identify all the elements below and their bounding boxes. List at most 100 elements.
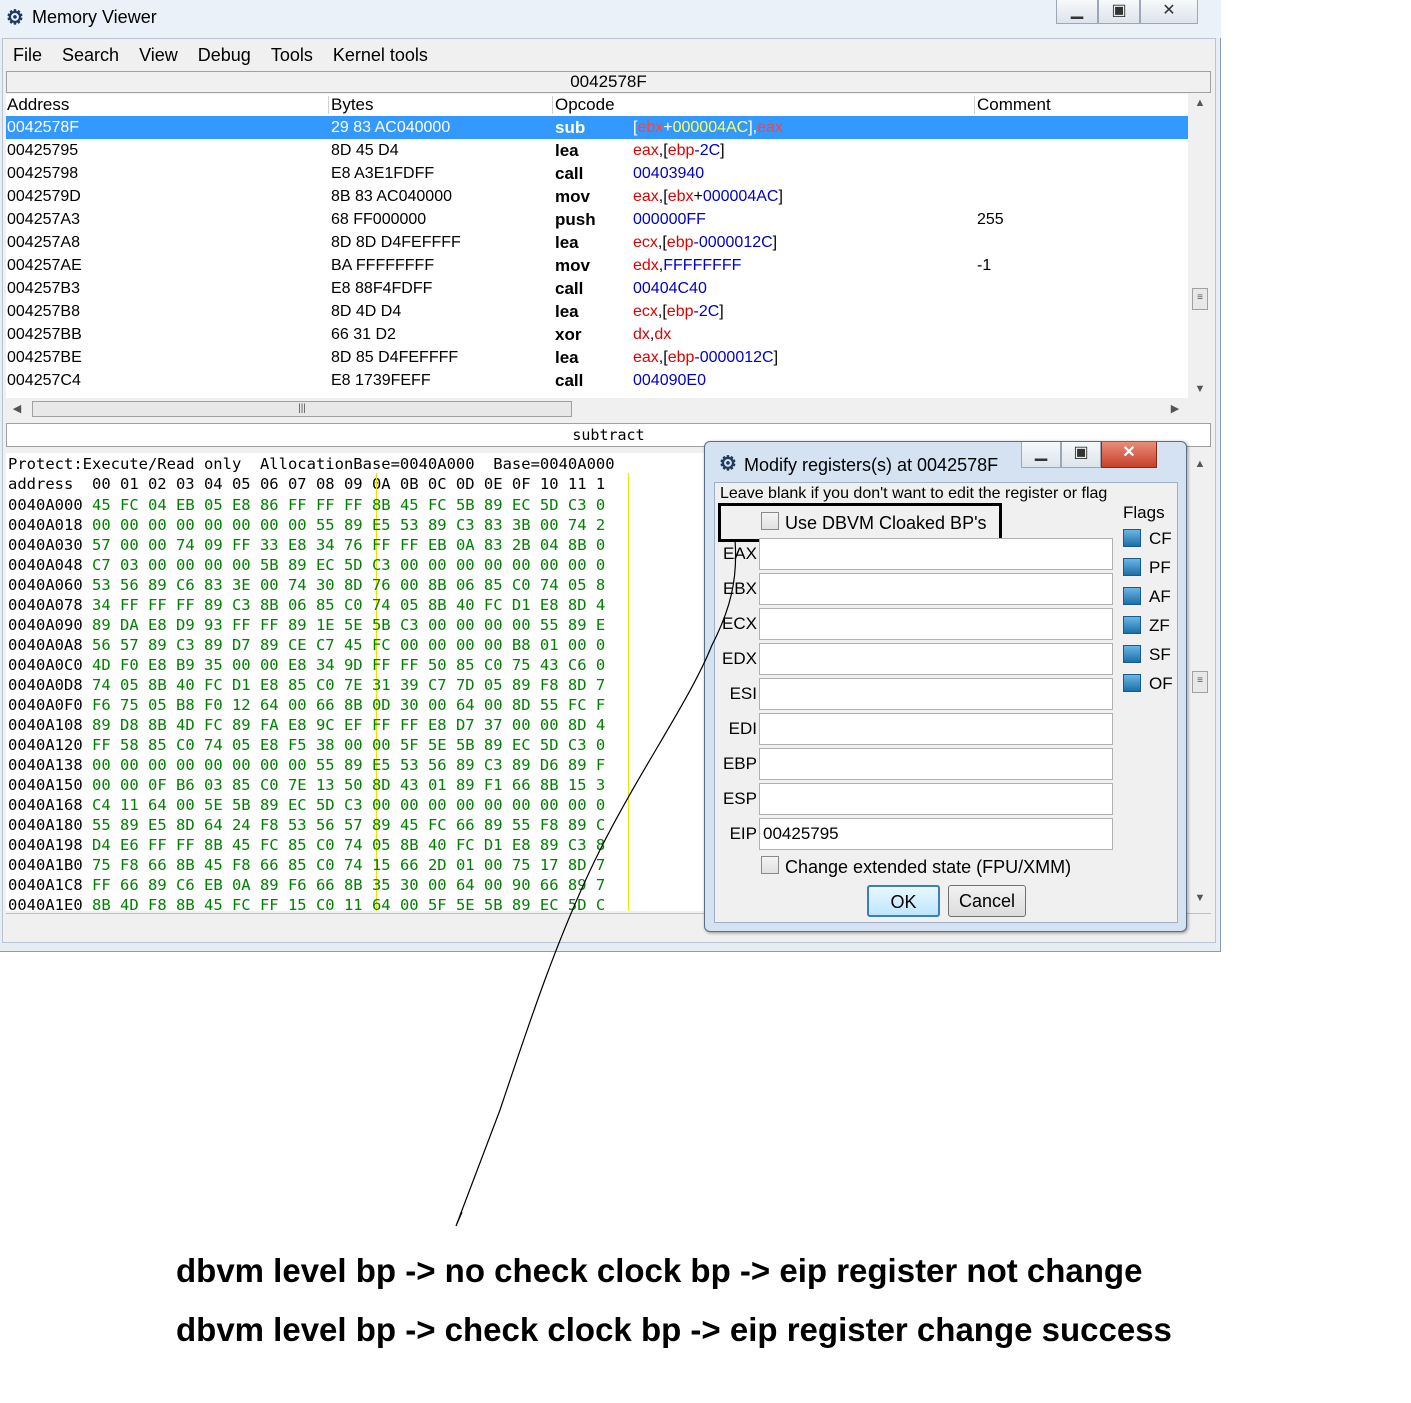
flag-of-checkbox[interactable] (1123, 674, 1141, 692)
dialog-maximize-button[interactable]: ▣ (1061, 442, 1101, 468)
disasm-row[interactable]: 004257C4 E8 1739FEFF call 004090E0 (6, 369, 1188, 392)
minimize-button[interactable]: ▁ (1056, 0, 1098, 24)
hex-row[interactable]: 0040A048 C7 03 00 00 00 00 5B 89 EC 5D C… (8, 555, 605, 575)
flag-of-label[interactable]: OF (1149, 674, 1173, 694)
hex-row[interactable]: 0040A0F0 F6 75 05 B8 F0 12 64 00 66 8B 0… (8, 695, 605, 715)
eip-field[interactable] (759, 818, 1113, 850)
flag-af-checkbox[interactable] (1123, 587, 1141, 605)
current-address-bar[interactable]: 0042578F (6, 71, 1211, 93)
column-divider[interactable] (552, 96, 553, 114)
scroll-thumb[interactable]: ≡ (1192, 671, 1208, 693)
hex-row[interactable]: 0040A0D8 74 05 8B 40 FC D1 E8 85 C0 7E 3… (8, 675, 605, 695)
hex-row[interactable]: 0040A120 FF 58 85 C0 74 05 E8 F5 38 00 0… (8, 735, 605, 755)
hex-row[interactable]: 0040A180 55 89 E5 8D 64 24 F8 53 56 57 8… (8, 815, 605, 835)
esi-field[interactable] (759, 678, 1113, 710)
ebx-field[interactable] (759, 573, 1113, 605)
column-divider[interactable] (974, 96, 975, 114)
column-header-bytes[interactable]: Bytes (331, 94, 374, 116)
hex-row[interactable]: 0040A150 00 00 0F B6 03 85 C0 7E 13 50 8… (8, 775, 605, 795)
scroll-down-arrow-icon[interactable]: ▼ (1189, 380, 1211, 398)
hex-row[interactable]: 0040A108 89 D8 8B 4D FC 89 FA E8 9C EF F… (8, 715, 605, 735)
hex-row[interactable]: 0040A1E0 8B 4D F8 8B 45 FC FF 15 C0 11 6… (8, 895, 605, 911)
scroll-right-arrow-icon[interactable]: ▶ (1166, 399, 1184, 419)
hex-row[interactable]: 0040A090 89 DA E8 D9 93 FF FF 89 1E 5E 5… (8, 615, 605, 635)
ok-button[interactable]: OK (867, 885, 940, 917)
hex-row[interactable]: 0040A198 D4 E6 FF FF 8B 45 FC 85 C0 74 0… (8, 835, 605, 855)
disassembler-view[interactable]: Address Bytes Opcode Comment 0042578F 29 … (6, 94, 1188, 398)
operand-token: ,[ (657, 303, 667, 320)
disasm-row[interactable]: 004257A3 68 FF000000 push 000000FF 255 (6, 208, 1188, 231)
hex-row[interactable]: 0040A078 34 FF FF FF 89 C3 8B 06 85 C0 7… (8, 595, 605, 615)
hex-row-address: 0040A000 (8, 496, 83, 514)
disasm-row[interactable]: 004257AE BA FFFFFFFF mov edx,FFFFFFFF -1 (6, 254, 1188, 277)
flag-sf-label[interactable]: SF (1149, 645, 1171, 665)
disasm-row[interactable]: 004257BE 8D 85 D4FEFFFF lea eax,[ebp-000001… (6, 346, 1188, 369)
disasm-row[interactable]: 004257B8 8D 4D D4 lea ecx,[ebp-2C] (6, 300, 1188, 323)
menu-file[interactable]: File (3, 39, 52, 71)
flag-zf-checkbox[interactable] (1123, 616, 1141, 634)
close-button[interactable]: ✕ (1140, 0, 1198, 24)
flag-cf-label[interactable]: CF (1149, 529, 1172, 549)
ecx-field[interactable] (759, 608, 1113, 640)
dbvm-cloaked-bp-checkbox[interactable] (761, 512, 779, 530)
scroll-up-arrow-icon[interactable]: ▲ (1189, 94, 1211, 112)
disassembler-horizontal-scrollbar[interactable]: ◀ ||| ▶ (6, 399, 1188, 419)
operand-token: 00403940 (633, 165, 705, 182)
disasm-row[interactable]: 00425798 E8 A3E1FDFF call 00403940 (6, 162, 1188, 185)
hex-row[interactable]: 0040A060 53 56 89 C6 83 3E 00 74 30 8D 7… (8, 575, 605, 595)
dialog-close-button[interactable]: ✕ (1101, 442, 1157, 468)
disasm-row[interactable]: 004257A8 8D 8D D4FEFFFF lea ecx,[ebp-000001… (6, 231, 1188, 254)
menu-debug[interactable]: Debug (188, 39, 261, 71)
flag-pf-label[interactable]: PF (1149, 558, 1171, 578)
hex-vertical-scrollbar[interactable]: ▲ ≡ ▼ (1189, 453, 1211, 911)
extended-state-label[interactable]: Change extended state (FPU/XMM) (785, 857, 1071, 878)
scroll-up-arrow-icon[interactable]: ▲ (1189, 455, 1211, 473)
hex-row[interactable]: 0040A0C0 4D F0 E8 B9 35 00 00 E8 34 9D F… (8, 655, 605, 675)
scroll-thumb[interactable]: ||| (32, 401, 572, 417)
scroll-down-arrow-icon[interactable]: ▼ (1189, 889, 1211, 907)
column-header-address[interactable]: Address (7, 94, 69, 116)
scroll-left-arrow-icon[interactable]: ◀ (8, 399, 26, 419)
disasm-row[interactable]: 004257BB 66 31 D2 xor dx,dx (6, 323, 1188, 346)
edi-field[interactable] (759, 713, 1113, 745)
disasm-row[interactable]: 004257B3 E8 88F4FDFF call 00404C40 (6, 277, 1188, 300)
column-divider[interactable] (328, 96, 329, 114)
menu-view[interactable]: View (129, 39, 188, 71)
dialog-minimize-button[interactable]: ▁ (1021, 442, 1061, 468)
maximize-button[interactable]: ▣ (1098, 0, 1140, 24)
disasm-bytes: 68 FF000000 (331, 211, 427, 228)
hex-row[interactable]: 0040A030 57 00 00 74 09 FF 33 E8 34 76 F… (8, 535, 605, 555)
hex-row[interactable]: 0040A0A8 56 57 89 C3 89 D7 89 CE C7 45 F… (8, 635, 605, 655)
eax-field[interactable] (759, 538, 1113, 570)
disasm-row[interactable]: 0042579D 8B 83 AC040000 mov eax,[ebx+000004… (6, 185, 1188, 208)
disasm-row[interactable]: 00425795 8D 45 D4 lea eax,[ebp-2C] (6, 139, 1188, 162)
extended-state-checkbox[interactable] (761, 856, 779, 874)
hex-column-header: address 00 01 02 03 04 05 06 07 08 09 0A… (8, 475, 606, 493)
esp-field[interactable] (759, 783, 1113, 815)
column-header-comment[interactable]: Comment (977, 94, 1051, 116)
hex-row[interactable]: 0040A1C8 FF 66 89 C6 EB 0A 89 F6 66 8B 3… (8, 875, 605, 895)
hex-row[interactable]: 0040A018 00 00 00 00 00 00 00 00 55 89 E… (8, 515, 605, 535)
hex-row[interactable]: 0040A168 C4 11 64 00 5E 5B 89 EC 5D C3 0… (8, 795, 605, 815)
flag-pf-checkbox[interactable] (1123, 558, 1141, 576)
menu-kernel-tools[interactable]: Kernel tools (323, 39, 438, 71)
operand-token: dx (633, 326, 650, 343)
disasm-row-selected[interactable]: 0042578F 29 83 AC040000 sub [ebx+000004AC],… (6, 116, 1188, 139)
column-header-opcode[interactable]: Opcode (555, 94, 615, 116)
flag-sf-checkbox[interactable] (1123, 645, 1141, 663)
menu-tools[interactable]: Tools (261, 39, 323, 71)
flag-cf-checkbox[interactable] (1123, 529, 1141, 547)
hex-row[interactable]: 0040A138 00 00 00 00 00 00 00 00 55 89 E… (8, 755, 605, 775)
scroll-thumb[interactable]: ≡ (1192, 288, 1208, 310)
disasm-address: 00425798 (7, 165, 79, 182)
hex-row[interactable]: 0040A000 45 FC 04 EB 05 E8 86 FF FF FF 8… (8, 495, 605, 515)
flag-zf-label[interactable]: ZF (1149, 616, 1170, 636)
hex-row[interactable]: 0040A1B0 75 F8 66 8B 45 F8 66 85 C0 74 1… (8, 855, 605, 875)
ebp-field[interactable] (759, 748, 1113, 780)
cancel-button[interactable]: Cancel (948, 885, 1026, 917)
menu-search[interactable]: Search (52, 39, 129, 71)
dbvm-cloaked-bp-label[interactable]: Use DBVM Cloaked BP's (785, 513, 987, 534)
disassembler-vertical-scrollbar[interactable]: ▲ ≡ ▼ (1189, 94, 1211, 398)
flag-af-label[interactable]: AF (1149, 587, 1171, 607)
edx-field[interactable] (759, 643, 1113, 675)
